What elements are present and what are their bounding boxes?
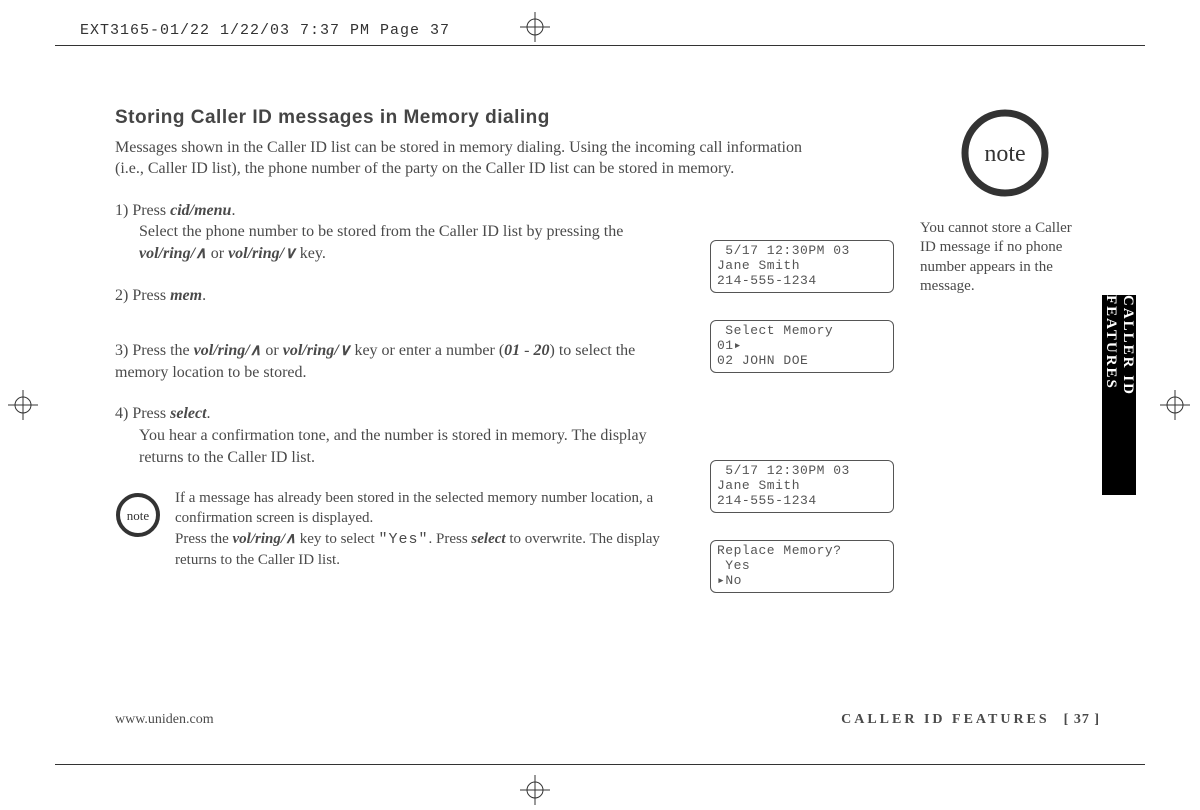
key-vol-ring-down: vol/ring/: [228, 245, 284, 262]
step-number: 4) Press: [115, 405, 170, 422]
crop-line-bottom: [55, 764, 1145, 765]
section-tab: CALLER ID FEATURES: [1102, 295, 1136, 495]
step-4-body: You hear a confirmation tone, and the nu…: [115, 425, 675, 468]
up-icon: ∧: [250, 342, 262, 359]
print-header: EXT3165-01/22 1/22/03 7:37 PM Page 37: [80, 22, 450, 39]
down-icon: ∨: [284, 245, 296, 262]
sidebar-note-text: You cannot store a Caller ID message if …: [920, 219, 1090, 297]
inline-note: note If a message has already been store…: [115, 488, 675, 570]
cmd-select: select: [471, 531, 505, 547]
footer-section: CALLER ID FEATURES: [841, 712, 1050, 727]
footer-url: www.uniden.com: [115, 712, 214, 728]
key-vol-ring-down: vol/ring/: [283, 342, 339, 359]
up-icon: ∧: [285, 531, 296, 547]
svg-text:note: note: [984, 141, 1025, 167]
cmd-select: select: [170, 405, 206, 422]
step-number: 1) Press: [115, 202, 170, 219]
section-tab-label: CALLER ID FEATURES: [1102, 295, 1136, 495]
note-icon: note: [115, 492, 161, 545]
intro-paragraph: Messages shown in the Caller ID list can…: [115, 137, 815, 180]
cmd-cid-menu: cid/menu: [170, 202, 231, 219]
step-3: 3) Press the vol/ring/∧ or vol/ring/∨ ke…: [115, 340, 675, 383]
page-title: Storing Caller ID messages in Memory dia…: [115, 105, 875, 131]
registration-mark-icon: [8, 390, 38, 420]
registration-mark-icon: [520, 775, 550, 805]
step-number: 3) Press the: [115, 342, 194, 359]
key-vol-ring-up: vol/ring/: [233, 531, 286, 547]
note-icon: note: [960, 108, 1090, 205]
step-number: 2) Press: [115, 287, 170, 304]
lcd-screen-select-memory: Select Memory 01▸ 02 JOHN DOE: [710, 320, 894, 373]
step-2: 2) Press mem.: [115, 285, 675, 307]
up-icon: ∧: [195, 245, 207, 262]
sidebar-note: note You cannot store a Caller ID messag…: [920, 108, 1090, 297]
page-footer: www.uniden.com CALLER ID FEATURES [ 37 ]: [115, 712, 1100, 728]
svg-text:note: note: [127, 508, 150, 523]
crop-line-top: [55, 45, 1145, 46]
step-4: 4) Press select. You hear a confirmation…: [115, 403, 675, 468]
inline-note-text: If a message has already been stored in …: [175, 488, 675, 570]
lcd-screen-caller-id: 5/17 12:30PM 03 Jane Smith 214-555-1234: [710, 460, 894, 513]
footer-page-number: [ 37 ]: [1064, 712, 1100, 727]
registration-mark-icon: [1160, 390, 1190, 420]
key-vol-ring-up: vol/ring/: [194, 342, 250, 359]
registration-mark-icon: [520, 12, 550, 42]
down-icon: ∨: [339, 342, 351, 359]
cmd-mem: mem: [170, 287, 202, 304]
lcd-screen-replace-memory: Replace Memory? Yes ▸No: [710, 540, 894, 593]
key-vol-ring-up: vol/ring/: [139, 245, 195, 262]
lcd-screen-caller-id: 5/17 12:30PM 03 Jane Smith 214-555-1234: [710, 240, 894, 293]
step-1: 1) Press cid/menu. Select the phone numb…: [115, 200, 675, 265]
